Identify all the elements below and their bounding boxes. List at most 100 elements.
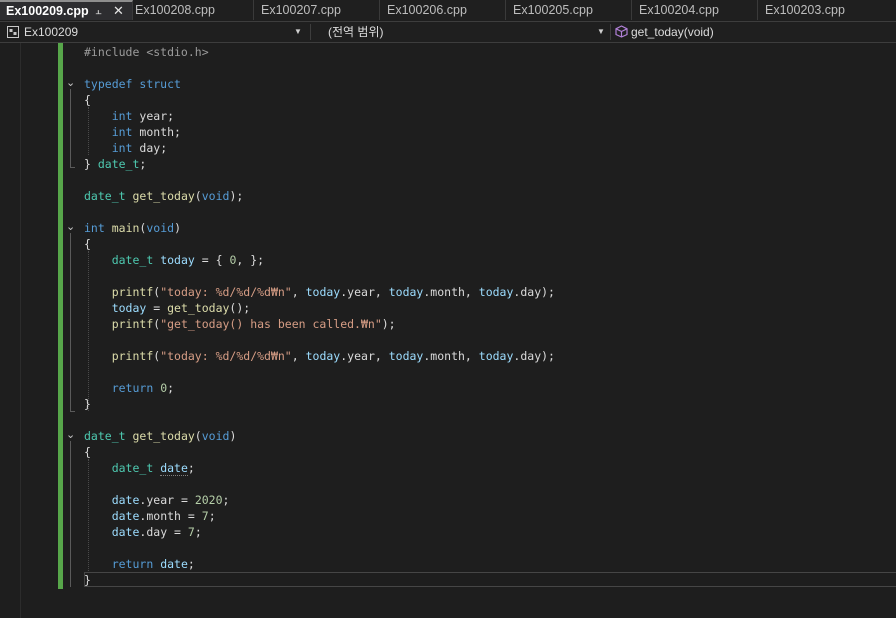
tab-ex100203[interactable]: Ex100203.cpp: [758, 0, 896, 20]
code-line[interactable]: {: [84, 92, 91, 108]
outline-guide-end: [70, 167, 75, 168]
code-token: ): [229, 429, 237, 443]
code-token: get_today: [132, 189, 195, 203]
change-tracking-bar: [58, 43, 63, 589]
code-token: ,: [464, 285, 479, 299]
code-line[interactable]: int year;: [84, 108, 174, 124]
chevron-down-icon: ▼: [294, 27, 302, 36]
tab-ex100204[interactable]: Ex100204.cpp: [632, 0, 758, 20]
code-token: "today: %d/%d/%d₩n": [160, 285, 292, 299]
tab-ex100208[interactable]: Ex100208.cpp: [128, 0, 254, 20]
code-token: day: [520, 349, 542, 363]
code-line[interactable]: date.day = 7;: [84, 524, 202, 540]
code-line[interactable]: date_t get_today(void): [84, 428, 236, 444]
code-line[interactable]: int day;: [84, 140, 167, 156]
tab-label: Ex100204.cpp: [639, 3, 719, 17]
tab-label: Ex100203.cpp: [765, 3, 845, 17]
code-line[interactable]: date_t date;: [84, 460, 195, 476]
scope-dropdown[interactable]: (전역 범위) ▼: [312, 22, 608, 42]
code-token: void: [201, 189, 230, 203]
tab-label: Ex100205.cpp: [513, 3, 593, 17]
code-token: struct: [139, 77, 181, 91]
code-line[interactable]: int main(void): [84, 220, 181, 236]
code-token: ): [174, 221, 181, 235]
code-token: ;: [139, 157, 147, 171]
code-line[interactable]: }: [84, 396, 91, 412]
tab-label: Ex100206.cpp: [387, 3, 467, 17]
code-token: today: [111, 301, 147, 315]
code-line[interactable]: return date;: [84, 556, 195, 572]
code-token: day: [520, 285, 542, 299]
code-line[interactable]: typedef struct: [84, 76, 181, 92]
tab-ex100209[interactable]: Ex100209.cpp ⫠ ✕: [0, 0, 133, 20]
code-line[interactable]: printf("today: %d/%d/%d₩n", today.year, …: [84, 284, 555, 300]
code-token: , };: [236, 253, 265, 267]
code-line[interactable]: date.month = 7;: [84, 508, 216, 524]
code-line[interactable]: #include <stdio.h>: [84, 44, 209, 60]
tab-ex100207[interactable]: Ex100207.cpp: [254, 0, 380, 20]
code-editor[interactable]: ⌄ ⌄ ⌄ #include <stdio.h> typedef struct{ …: [0, 43, 896, 618]
code-line[interactable]: } date_t;: [84, 156, 146, 172]
code-token: day: [146, 525, 168, 539]
code-token: int: [111, 109, 133, 123]
code-token: today: [478, 349, 514, 363]
tab-ex100205[interactable]: Ex100205.cpp: [506, 0, 632, 20]
code-token: {: [84, 93, 91, 107]
tab-ex100206[interactable]: Ex100206.cpp: [380, 0, 506, 20]
code-token: ;: [194, 525, 202, 539]
code-token: date: [111, 525, 140, 539]
code-token: ,: [291, 285, 306, 299]
code-token: typedef: [84, 77, 133, 91]
code-line[interactable]: printf("get_today() has been called.₩n")…: [84, 316, 396, 332]
navigation-bar: Ex100209 ▼ (전역 범위) ▼ get_today(void): [0, 21, 896, 43]
code-token: today: [160, 253, 195, 267]
code-token: }: [84, 573, 91, 587]
code-token: month: [430, 349, 465, 363]
outline-guide-end: [70, 411, 75, 412]
indicator-margin: [0, 43, 21, 618]
code-token: printf: [111, 349, 154, 363]
project-dropdown[interactable]: Ex100209 ▼: [0, 22, 306, 42]
code-token: date_t: [111, 253, 154, 267]
code-line[interactable]: {: [84, 236, 91, 252]
code-line[interactable]: }: [84, 572, 91, 588]
code-token: date: [111, 509, 140, 523]
code-line[interactable]: return 0;: [84, 380, 174, 396]
code-token: {: [84, 237, 91, 251]
code-line[interactable]: {: [84, 444, 91, 460]
code-line[interactable]: int month;: [84, 124, 181, 140]
code-line[interactable]: date.year = 2020;: [84, 492, 230, 508]
code-token: ;: [222, 493, 230, 507]
code-token: ;: [187, 461, 195, 475]
code-token: month: [139, 125, 175, 139]
code-token: 2020: [194, 493, 223, 507]
member-dropdown[interactable]: get_today(void): [612, 22, 896, 42]
code-token: ,: [374, 285, 389, 299]
code-token: date: [111, 493, 140, 507]
code-token: date_t: [111, 461, 154, 475]
pin-icon[interactable]: ⫠: [95, 2, 102, 20]
code-token: =: [180, 509, 202, 523]
close-icon[interactable]: ✕: [113, 2, 124, 20]
code-line[interactable]: today = get_today();: [84, 300, 251, 316]
code-token: today: [305, 349, 341, 363]
code-line[interactable]: date_t get_today(void);: [84, 188, 243, 204]
code-token: return: [111, 381, 154, 395]
outline-guide: [70, 233, 71, 411]
code-token: = {: [194, 253, 230, 267]
code-token: month: [146, 509, 181, 523]
code-token: <stdio.h>: [146, 45, 209, 59]
code-line[interactable]: printf("today: %d/%d/%d₩n", today.year, …: [84, 348, 555, 364]
code-line[interactable]: date_t today = { 0, };: [84, 252, 264, 268]
code-token: }: [84, 397, 91, 411]
code-token: get_today: [132, 429, 195, 443]
code-token: printf: [111, 317, 154, 331]
